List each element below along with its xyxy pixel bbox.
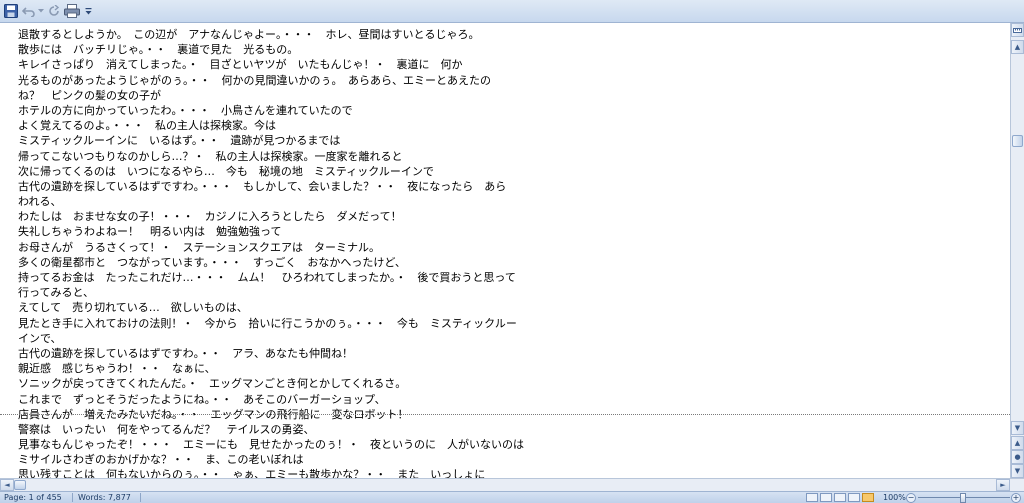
undo-icon	[22, 7, 35, 17]
document-line[interactable]: 見事なもんじゃったぞ！・・・ エミーにも 見せたかったのぅ！・ 夜というのに 人…	[18, 437, 524, 452]
view-ruler-button[interactable]	[1011, 23, 1024, 37]
zoom-in-button[interactable]: +	[1011, 493, 1021, 503]
draft-view-button[interactable]	[862, 493, 874, 502]
save-icon	[4, 4, 18, 18]
quick-print-button[interactable]	[64, 3, 80, 19]
double-arrow-up-icon: ▲	[1014, 439, 1021, 447]
document-text[interactable]: 退散するとしようか。 この辺が アナなんじゃよー。・・・ ホレ、昼間はすいとるじ…	[18, 27, 524, 478]
scroll-left-button[interactable]: ◄	[0, 479, 14, 491]
document-line[interactable]: 帰ってこないつもりなのかしら…？・ 私の主人は探検家。一度家を離れると	[18, 149, 523, 164]
previous-page-button[interactable]: ▲	[1011, 436, 1024, 450]
redo-button[interactable]	[47, 3, 61, 19]
document-line[interactable]: ね？ ピンクの髪の女の子が	[18, 88, 523, 103]
status-bar: Page: 1 of 455 Words: 7,877 100% − +	[0, 491, 1024, 503]
ruler-icon	[1013, 27, 1022, 33]
document-line[interactable]: キレイさっぱり 消えてしまった。・ 目ざといヤツが いたもんじゃ！・ 裏道に 何…	[18, 57, 523, 72]
document-line[interactable]: 退散するとしようか。 この辺が アナなんじゃよー。・・・ ホレ、昼間はすいとるじ…	[18, 27, 523, 42]
document-line[interactable]: われる、	[18, 194, 523, 209]
customize-dropdown-icon	[85, 8, 92, 15]
arrow-up-icon: ▲	[1014, 43, 1021, 51]
scroll-right-button[interactable]: ►	[996, 479, 1010, 491]
word-window: 退散するとしようか。 この辺が アナなんじゃよー。・・・ ホレ、昼間はすいとるじ…	[0, 0, 1024, 503]
document-line[interactable]: 散歩には バッチリじゃ。・・ 裏道で見た 光るもの。	[18, 42, 523, 57]
page-break-line	[0, 414, 1010, 415]
document-line[interactable]: えてして 売り切れている… 欲しいものは、	[18, 300, 523, 315]
document-canvas[interactable]: 退散するとしようか。 この辺が アナなんじゃよー。・・・ ホレ、昼間はすいとるじ…	[0, 23, 1010, 478]
customize-toolbar-button[interactable]	[84, 3, 93, 19]
quick-print-icon	[64, 4, 80, 18]
document-line[interactable]: 多くの衛星都市と つながっています。・・・ すっごく おなかへったけど、	[18, 255, 523, 270]
document-line[interactable]: 失礼しちゃうわよねー！ 明るい内は 勉強勉強って	[18, 224, 523, 239]
document-line[interactable]: ミサイルさわぎのおかげかな？・・ ま、この老いぼれは	[18, 452, 523, 467]
document-line[interactable]: よく覚えてるのよ。・・・ 私の主人は探検家。今は	[18, 118, 523, 133]
arrow-left-icon: ◄	[4, 481, 10, 489]
undo-dropdown-button[interactable]	[37, 3, 44, 19]
scroll-up-button[interactable]: ▲	[1011, 40, 1024, 54]
page-count[interactable]: Page: 1 of 455	[4, 492, 62, 503]
document-line[interactable]: ミスティックルーインに いるはず。・・ 遺跡が見つかるまでは	[18, 133, 523, 148]
select-browse-object-button[interactable]: ●	[1011, 450, 1024, 464]
document-line[interactable]: 古代の遺跡を探しているはずですわ。・・・ もしかして、会いました？・・ 夜になっ…	[18, 179, 523, 194]
word-count[interactable]: Words: 7,877	[78, 492, 131, 503]
document-line[interactable]: 警察は いったい 何をやってるんだ？ テイルスの勇姿、	[18, 422, 523, 437]
status-divider	[72, 493, 73, 502]
arrow-right-icon: ►	[1000, 481, 1006, 489]
next-page-button[interactable]: ▼	[1011, 464, 1024, 478]
full-screen-reading-view-button[interactable]	[820, 493, 832, 502]
document-line[interactable]: 古代の遺跡を探しているはずですわ。・・ アラ、あなたも仲間ね！	[18, 346, 523, 361]
document-line[interactable]: これまで ずっとそうだったようにね。・・ あそこのバーガーショップ、	[18, 392, 523, 407]
quick-access-toolbar	[0, 0, 1024, 23]
save-button[interactable]	[3, 3, 19, 19]
document-line[interactable]: 行ってみると、	[18, 285, 523, 300]
document-line[interactable]: わたしは おませな女の子！・・・ カジノに入ろうとしたら ダメだって！	[18, 209, 523, 224]
outline-view-button[interactable]	[848, 493, 860, 502]
document-line[interactable]: お母さんが うるさくって！・ ステーションスクエアは ターミナル。	[18, 240, 523, 255]
vertical-scrollbar[interactable]: ▲ ▼ ▲ ● ▼	[1010, 23, 1024, 478]
zoom-level[interactable]: 100%	[883, 492, 906, 503]
zoom-out-button[interactable]: −	[906, 493, 916, 503]
arrow-down-icon: ▼	[1014, 424, 1021, 432]
undo-button[interactable]	[21, 3, 37, 19]
document-line[interactable]: インで、	[18, 331, 523, 346]
redo-icon	[49, 5, 60, 16]
vertical-scroll-thumb[interactable]	[1012, 135, 1023, 147]
zoom-slider-thumb[interactable]	[960, 493, 966, 503]
document-line[interactable]: 次に帰ってくるのは いつになるやら… 今も 秘境の地 ミスティックルーインで	[18, 164, 523, 179]
document-line[interactable]: 思い残すことは 何もないからのぅ。・・ ゃぁ、エミーも散歩かな？・・ また いっ…	[18, 467, 523, 478]
chevron-down-icon	[37, 9, 44, 13]
web-layout-view-button[interactable]	[834, 493, 846, 502]
status-divider	[140, 493, 141, 502]
horizontal-scroll-thumb[interactable]	[14, 480, 26, 490]
document-line[interactable]: 持ってるお金は たったこれだけ…・・・ ムム！ ひろわれてしまったか。・ 後で買…	[18, 270, 523, 285]
circle-icon: ●	[1014, 453, 1021, 461]
double-arrow-down-icon: ▼	[1014, 467, 1021, 475]
document-line[interactable]: ソニックが戻ってきてくれたんだ。・ エッグマンごとき何とかしてくれるさ。	[18, 376, 523, 391]
document-line[interactable]: 光るものがあったようじゃがのぅ。・・ 何かの見間違いかのぅ。 あらあら、エミーと…	[18, 73, 523, 88]
document-line[interactable]: 親近感 感じちゃうわ！・・ なぁに、	[18, 361, 523, 376]
document-line[interactable]: 見たとき手に入れておけの法則！・ 今から 拾いに行こうかのぅ。・・・ 今も ミス…	[18, 316, 523, 331]
print-layout-view-button[interactable]	[806, 493, 818, 502]
horizontal-scrollbar[interactable]: ◄ ►	[0, 478, 1024, 491]
document-line[interactable]: ホテルの方に向かっていったわ。・・・ 小鳥さんを連れていたので	[18, 103, 523, 118]
scroll-down-button[interactable]: ▼	[1011, 421, 1024, 435]
